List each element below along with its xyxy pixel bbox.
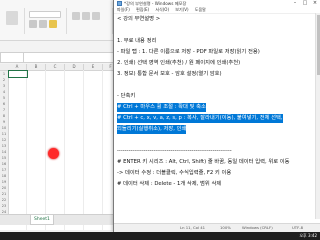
column-header[interactable]: D (65, 64, 84, 71)
notepad-status-bar: Ln 11, Col 41 100% Windows (CRLF) UTF-8 (114, 223, 320, 232)
text-line: - 파일 탭 : 1. 다른 이름으로 저장 - PDF 파일로 저장(읽기 전… (117, 49, 260, 55)
align-center-icon[interactable] (82, 12, 90, 20)
notepad-text-area[interactable]: < 강의 부연설명 > 1. 무료 내용 정리 - 파일 탭 : 1. 다른 이… (117, 15, 313, 220)
menu-help[interactable]: 도움말 (195, 7, 206, 12)
align-left-icon[interactable] (72, 12, 80, 20)
grid-line (45, 70, 46, 230)
name-box[interactable] (1, 53, 24, 62)
notepad-app-icon (117, 1, 122, 6)
maximize-icon[interactable]: □ (300, 0, 310, 7)
text-line: -> 데이터 수정 : 더블클릭, 수식입력줄, F2 키 이용 (117, 170, 232, 176)
divider-line: ----------------------------------------… (117, 148, 232, 154)
text-line: < 강의 부연설명 > (117, 16, 161, 22)
alignment-group (68, 8, 113, 34)
grid-line (26, 70, 27, 230)
notepad-window: *강의 부연설명 - Windows 메모장 – □ × 파일(F) 편집(E)… (113, 0, 320, 232)
text-line: 1. 무료 내용 정리 (117, 38, 157, 44)
selected-text-line: # Ctrl + 마우스 휠 조절 : 확대 및 축소 (117, 103, 206, 112)
worksheet-grid[interactable]: A B C D E F 1 2 3 4 5 6 7 8 9 10 11 12 1… (0, 64, 119, 230)
menu-format[interactable]: 서식(O) (155, 7, 169, 12)
selected-text-line: 되돌리기(실행취소), 저장, 인쇄 (117, 125, 187, 134)
bold-icon[interactable] (29, 20, 37, 28)
column-header[interactable]: E (84, 64, 103, 71)
font-name-box[interactable] (29, 11, 61, 18)
menu-edit[interactable]: 편집(E) (136, 7, 149, 12)
line-ending: Windows (CRLF) (242, 225, 273, 230)
grid-line (64, 70, 65, 230)
encoding: UTF-8 (292, 225, 304, 230)
italic-icon[interactable] (39, 20, 47, 28)
menu-view[interactable]: 보기(V) (175, 7, 188, 12)
grid-line (83, 70, 84, 230)
text-line: 3. 정보) 통합 문서 보호 - 암호 설정(열기 암호) (117, 71, 222, 77)
sheet-tab[interactable]: Sheet1 (30, 215, 54, 225)
text-line: - 단축키 (117, 93, 136, 99)
sheet-tab-bar: Sheet1 (0, 214, 118, 225)
column-header[interactable]: C (46, 64, 65, 71)
close-icon[interactable]: × (310, 0, 320, 7)
selected-text-line: # Ctrl + c, x, v, a, z, s, p : 복사, 잘라내기(… (117, 114, 283, 123)
fill-color-icon[interactable] (49, 20, 57, 28)
menu-file[interactable]: 파일(F) (117, 7, 130, 12)
clipboard-group (2, 8, 25, 34)
notepad-menubar: 파일(F) 편집(E) 서식(O) 보기(V) 도움말 (114, 7, 320, 14)
text-line: # 데이터 삭제 : Delete - 1개 삭제, 범위 삭제 (117, 181, 222, 187)
column-header[interactable]: B (27, 64, 46, 71)
font-group (26, 8, 67, 34)
text-line: # ENTER 키 시리즈 : Alt, Ctrl, Shift) 줄 바꿈, … (117, 159, 290, 165)
grid-line (102, 70, 103, 230)
cursor-highlight-marker (48, 148, 59, 159)
align-right-icon[interactable] (92, 12, 100, 20)
formula-bar[interactable] (0, 52, 120, 63)
zoom-level: 100% (220, 225, 231, 230)
taskbar-clock[interactable]: 오후 3:42 (299, 233, 317, 239)
minimize-icon[interactable]: – (290, 0, 300, 7)
cursor-position: Ln 11, Col 41 (180, 225, 206, 230)
paste-icon[interactable] (6, 11, 18, 25)
window-title: *강의 부연설명 - Windows 메모장 (124, 1, 187, 6)
taskbar: 오후 3:42 (0, 232, 320, 240)
vertical-scrollbar[interactable] (315, 13, 320, 219)
active-cell[interactable] (8, 70, 28, 78)
text-line: 2. 인쇄) 선택 영역 인쇄(추천) / 원 페이지에 인쇄(추천) (117, 60, 241, 66)
